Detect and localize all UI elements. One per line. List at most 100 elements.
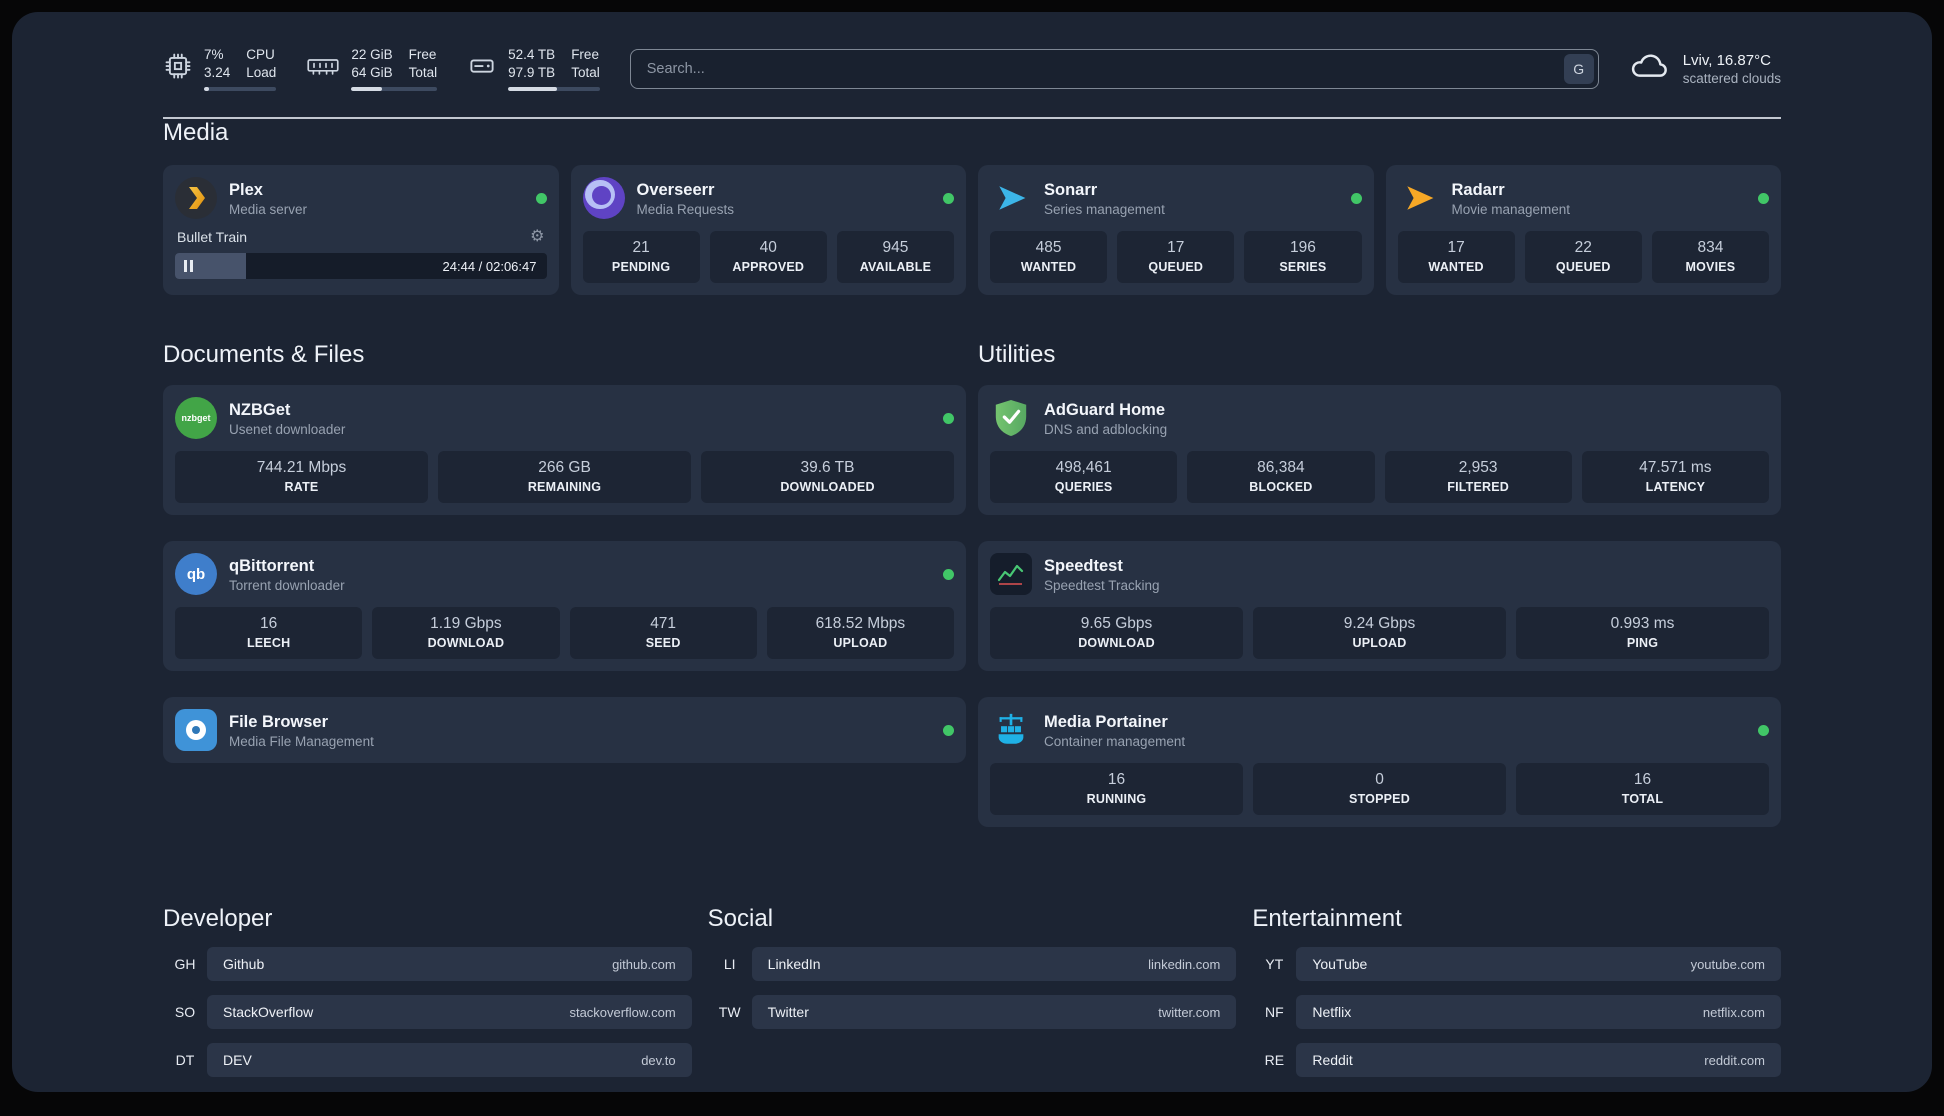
sonarr-icon <box>990 177 1032 219</box>
bookmark-abbr: RE <box>1264 1052 1285 1069</box>
section-title-utilities: Utilities <box>978 341 1056 369</box>
bookmark-abbr: NF <box>1264 1004 1284 1021</box>
disk-free-label: Free <box>571 47 599 62</box>
stat-box: 834 MOVIES <box>1651 231 1770 284</box>
weather-condition: scattered clouds <box>1682 70 1781 86</box>
status-dot <box>1758 724 1769 736</box>
service-name: NZBGet <box>229 401 291 420</box>
topbar: 7% CPU 3.24 Load 22 GiB Free 64 GiB Tota… <box>163 46 1781 92</box>
bookmark-linkedin: LI LinkedIn linkedin.com <box>708 947 1237 982</box>
bookmark-abbr: LI <box>723 956 736 973</box>
portainer-icon <box>990 709 1032 751</box>
service-name: Media Portainer <box>1044 713 1168 732</box>
radarr-icon <box>1398 177 1440 219</box>
now-playing-title: Bullet Train <box>177 229 248 246</box>
service-description: DNS and adblocking <box>1044 421 1168 437</box>
service-link-overseerr[interactable]: Overseerr Media Requests <box>582 177 954 220</box>
weather-widget: Lviv, 16.87°C scattered clouds <box>1629 51 1781 86</box>
stat-box: 485 WANTED <box>990 231 1108 284</box>
service-description: Movie management <box>1451 201 1571 217</box>
service-name: Sonarr <box>1044 181 1098 200</box>
search-container: G <box>629 48 1599 89</box>
stats-row: 498,461 QUERIES 86,384 BLOCKED 2,953 FIL… <box>990 451 1769 504</box>
stat-box: 21 PENDING <box>582 231 700 284</box>
cpu-widget: 7% CPU 3.24 Load <box>163 46 277 92</box>
stat-box: 498,461 QUERIES <box>990 451 1178 504</box>
bookmark-netflix: NF Netflix netflix.com <box>1252 995 1781 1030</box>
playback-progress-bar: 24:44 / 02:06:47 <box>175 253 547 280</box>
bookmark-youtube: YT YouTube youtube.com <box>1252 947 1781 982</box>
memory-usage-bar <box>351 87 438 92</box>
service-link-nzbget[interactable]: nzbget NZBGet Usenet downloader <box>175 397 954 440</box>
status-dot <box>943 192 954 204</box>
memory-widget: 22 GiB Free 64 GiB Total <box>306 46 438 92</box>
memory-free-value: 22 GiB <box>351 47 393 62</box>
service-name: Speedtest <box>1044 557 1123 576</box>
disk-widget: 52.4 TB Free 97.9 TB Total <box>467 46 600 92</box>
bookmark-link[interactable]: Github github.com <box>207 947 692 982</box>
bookmark-link[interactable]: Netflix netflix.com <box>1296 995 1781 1030</box>
documents-column: Documents & Files nzbget NZBGet Usenet d… <box>163 341 966 827</box>
bookmark-link[interactable]: LinkedIn linkedin.com <box>751 947 1237 982</box>
gear-icon[interactable]: ⚙ <box>530 229 544 245</box>
service-link-radarr[interactable]: Radarr Movie management <box>1398 177 1769 219</box>
stat-box: 47.571 ms LATENCY <box>1581 451 1769 504</box>
nzbget-icon: nzbget <box>175 397 217 440</box>
stats-row: 9.65 Gbps DOWNLOAD 9.24 Gbps UPLOAD 0.99… <box>990 607 1769 660</box>
disk-icon <box>467 51 497 86</box>
service-description: Media server <box>229 201 308 217</box>
card-nzbget: nzbget NZBGet Usenet downloader 744.21 M… <box>163 385 966 516</box>
status-dot <box>535 192 547 204</box>
card-radarr: Radarr Movie management 17 WANTED 22 QUE… <box>1385 165 1781 296</box>
section-title-developer: Developer <box>163 905 273 933</box>
disk-usage-bar <box>508 87 600 92</box>
bookmark-link[interactable]: DEV dev.to <box>207 1043 692 1078</box>
stat-box: 1.19 Gbps DOWNLOAD <box>372 607 560 660</box>
bookmark-link[interactable]: StackOverflow stackoverflow.com <box>207 995 692 1030</box>
service-name: Radarr <box>1451 181 1505 200</box>
bookmark-abbr: YT <box>1265 956 1284 973</box>
stats-row: 16 LEECH 1.19 Gbps DOWNLOAD 471 SEED 618… <box>175 607 954 660</box>
service-link-adguard[interactable]: AdGuard Home DNS and adblocking <box>990 397 1769 439</box>
bookmark-link[interactable]: Reddit reddit.com <box>1296 1043 1781 1078</box>
playback-time: 24:44 / 02:06:47 <box>442 258 537 274</box>
service-description: Container management <box>1044 733 1186 749</box>
bookmark-dev: DT DEV dev.to <box>163 1043 692 1078</box>
service-link-speedtest[interactable]: Speedtest Speedtest Tracking <box>990 553 1769 596</box>
stat-box: 0 STOPPED <box>1253 763 1506 816</box>
memory-icon <box>306 54 340 83</box>
disk-total-value: 97.9 TB <box>508 65 556 81</box>
search-input[interactable] <box>629 48 1599 89</box>
stat-box: 471 SEED <box>569 607 757 660</box>
memory-free-label: Free <box>408 47 437 62</box>
now-playing-row: Bullet Train ⚙ <box>175 229 547 246</box>
pause-icon <box>184 260 193 273</box>
cloud-icon <box>1629 51 1671 86</box>
service-link-qbittorrent[interactable]: qb qBittorrent Torrent downloader <box>175 553 954 596</box>
topbar-divider <box>163 117 1781 120</box>
entertainment-column: Entertainment YT YouTube youtube.com NF … <box>1252 905 1781 1078</box>
service-description: Media Requests <box>636 201 735 217</box>
disk-free-value: 52.4 TB <box>508 47 556 62</box>
middle-grid: Documents & Files nzbget NZBGet Usenet d… <box>163 341 1781 828</box>
bookmarks-grid: Developer GH Github github.com SO StackO… <box>163 905 1781 1078</box>
service-description: Series management <box>1044 201 1165 217</box>
card-sonarr: Sonarr Series management 485 WANTED 17 Q… <box>978 165 1374 296</box>
status-dot <box>943 568 954 580</box>
bookmark-abbr: DT <box>175 1052 195 1069</box>
bookmark-link[interactable]: Twitter twitter.com <box>751 995 1237 1030</box>
service-link-portainer[interactable]: Media Portainer Container management <box>990 709 1769 751</box>
service-description: Speedtest Tracking <box>1044 577 1160 593</box>
stat-box: 9.65 Gbps DOWNLOAD <box>990 607 1243 660</box>
service-link-sonarr[interactable]: Sonarr Series management <box>990 177 1362 219</box>
card-qbittorrent: qb qBittorrent Torrent downloader 16 LEE… <box>163 541 966 672</box>
bookmark-link[interactable]: YouTube youtube.com <box>1296 947 1781 982</box>
stats-row: 744.21 Mbps RATE 266 GB REMAINING 39.6 T… <box>175 451 954 504</box>
service-link-filebrowser[interactable]: File Browser Media File Management <box>175 709 954 752</box>
stat-box: 2,953 FILTERED <box>1384 451 1572 504</box>
search-provider-badge: G <box>1563 53 1594 84</box>
service-description: Torrent downloader <box>229 577 345 593</box>
section-title-documents: Documents & Files <box>163 341 365 369</box>
service-link-plex[interactable]: Plex Media server <box>175 177 547 220</box>
memory-total-label: Total <box>408 65 438 81</box>
